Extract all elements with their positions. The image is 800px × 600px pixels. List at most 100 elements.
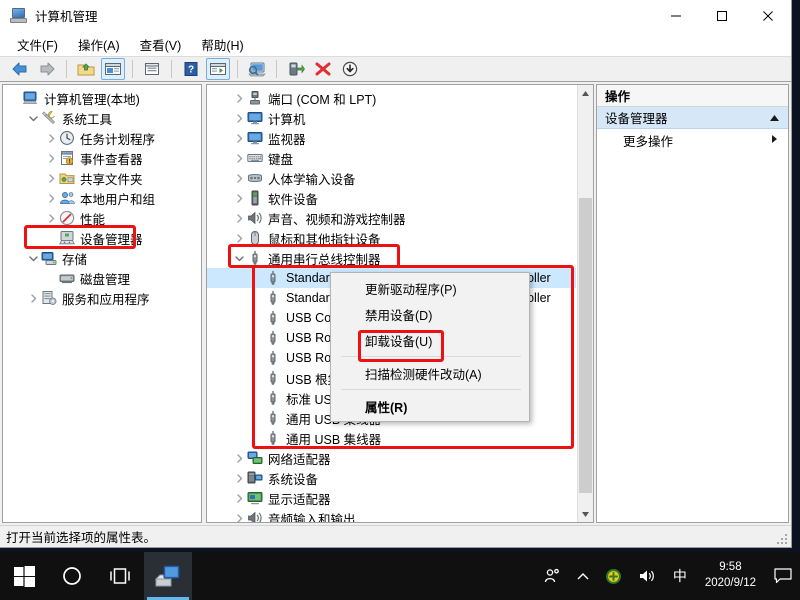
chevron-right-icon[interactable] [231,508,247,523]
tree-item[interactable]: 网络适配器 [207,448,576,468]
uninstall-icon[interactable] [311,58,335,80]
chevron-right-icon[interactable] [25,288,41,308]
chevron-right-icon[interactable] [231,448,247,468]
ime-indicator[interactable]: 中 [665,566,695,586]
chevron-right-icon[interactable] [231,488,247,508]
tree-item[interactable]: 监视器 [207,128,576,148]
chevron-down-icon[interactable] [25,248,41,268]
update-driver-icon[interactable] [284,58,308,80]
properties-icon[interactable] [140,58,164,80]
tree-item[interactable]: 磁盘管理 [3,268,201,288]
tree-item[interactable]: 软件设备 [207,188,576,208]
chevron-right-icon[interactable] [43,168,59,188]
tree-item[interactable]: 服务和应用程序 [3,288,201,308]
chevron-right-icon[interactable] [43,188,59,208]
action-center-icon[interactable] [766,552,800,600]
tree-item[interactable]: 人体学输入设备 [207,168,576,188]
taskbar-clock[interactable]: 9:58 2020/9/12 [695,560,766,591]
toolbar-separator [66,60,67,78]
resize-grip[interactable] [775,532,789,546]
chevron-right-icon[interactable] [43,208,59,228]
taskbar-app-computer-management[interactable] [144,552,192,600]
context-menu-item[interactable]: 属性(R) [331,393,529,419]
tree-item[interactable]: 任务计划程序 [3,128,201,148]
start-button[interactable] [0,552,48,600]
show-tree-icon[interactable] [101,58,125,80]
tree-item[interactable]: 共享文件夹 [3,168,201,188]
tree-item[interactable]: 性能 [3,208,201,228]
computer-icon [23,88,41,108]
cortana-circle-icon[interactable] [48,552,96,600]
tree-item[interactable]: 鼠标和其他指针设备 [207,228,576,248]
device-tree-scrollbar[interactable] [577,85,593,522]
clock-date: 2020/9/12 [705,576,756,592]
chevron-right-icon[interactable] [231,208,247,228]
tree-item[interactable]: 声音、视频和游戏控制器 [207,208,576,228]
context-menu-item[interactable]: 禁用设备(D) [331,301,529,327]
security-shield-icon[interactable] [597,568,630,585]
tree-item[interactable]: 端口 (COM 和 LPT) [207,88,576,108]
tree-item-label: 系统设备 [265,469,318,488]
scrollbar-thumb[interactable] [579,198,592,493]
scroll-up-icon[interactable] [578,85,593,101]
help-icon[interactable]: ? [179,58,203,80]
chevron-right-icon[interactable] [231,228,247,248]
tree-item[interactable]: 显示适配器 [207,488,576,508]
tree-item[interactable]: 设备管理器 [3,228,201,248]
chevron-right-icon[interactable] [231,468,247,488]
forward-icon[interactable] [35,58,59,80]
maximize-button[interactable] [699,0,745,32]
menu-action[interactable]: 操作(A) [69,32,129,57]
menu-file[interactable]: 文件(F) [8,32,67,57]
tree-item[interactable]: 通用串行总线控制器 [207,248,576,268]
chevron-right-icon[interactable] [231,128,247,148]
tree-item[interactable]: 事件查看器 [3,148,201,168]
scroll-down-icon[interactable] [578,506,593,522]
minimize-button[interactable] [653,0,699,32]
menu-view[interactable]: 查看(V) [131,32,191,57]
title-bar[interactable]: 计算机管理 [0,0,791,32]
close-button[interactable] [745,0,791,32]
scan-monitor-icon[interactable] [245,58,269,80]
performance-icon [59,208,77,228]
chevron-right-icon[interactable] [43,128,59,148]
chevron-down-icon[interactable] [231,248,247,268]
services-icon [41,288,59,308]
people-icon[interactable] [535,567,569,585]
tree-item[interactable]: 通用 USB 集线器 [207,428,576,448]
context-menu-item[interactable]: 扫描检测硬件改动(A) [331,360,529,386]
task-view-icon[interactable] [96,552,144,600]
back-icon[interactable] [8,58,32,80]
console-tree-pane[interactable]: 计算机管理(本地)系统工具任务计划程序事件查看器共享文件夹本地用户和组性能设备管… [2,84,202,523]
device-context-menu[interactable]: 更新驱动程序(P)禁用设备(D)卸载设备(U) 扫描检测硬件改动(A) 属性(R) [330,272,530,422]
tree-item[interactable]: 计算机管理(本地) [3,88,201,108]
tree-item[interactable]: 存储 [3,248,201,268]
menu-help[interactable]: 帮助(H) [192,32,252,57]
tree-item[interactable]: 音频输入和输出 [207,508,576,523]
tree-item[interactable]: 键盘 [207,148,576,168]
actions-pane[interactable]: 操作 设备管理器 更多操作 [596,84,789,523]
disable-icon[interactable] [338,58,362,80]
volume-icon[interactable] [630,568,665,584]
chevron-right-icon[interactable] [231,188,247,208]
show-hidden-icons-icon[interactable] [569,572,597,581]
chevron-up-icon[interactable] [769,111,780,125]
tree-item[interactable]: 计算机 [207,108,576,128]
chevron-right-icon[interactable] [231,108,247,128]
actions-item-more-actions[interactable]: 更多操作 [597,129,788,151]
tree-spacer [249,348,265,368]
tree-item[interactable]: 系统工具 [3,108,201,128]
up-folder-icon[interactable] [74,58,98,80]
usb-icon [265,388,283,408]
chevron-down-icon[interactable] [25,108,41,128]
actions-section-device-manager[interactable]: 设备管理器 [597,107,788,129]
context-menu-item[interactable]: 更新驱动程序(P) [331,275,529,301]
tree-item[interactable]: 系统设备 [207,468,576,488]
chevron-right-icon[interactable] [231,168,247,188]
context-menu-item[interactable]: 卸载设备(U) [331,327,529,353]
show-actions-icon[interactable] [206,58,230,80]
tree-item[interactable]: 本地用户和组 [3,188,201,208]
chevron-right-icon[interactable] [231,88,247,108]
chevron-right-icon[interactable] [231,148,247,168]
chevron-right-icon[interactable] [43,148,59,168]
